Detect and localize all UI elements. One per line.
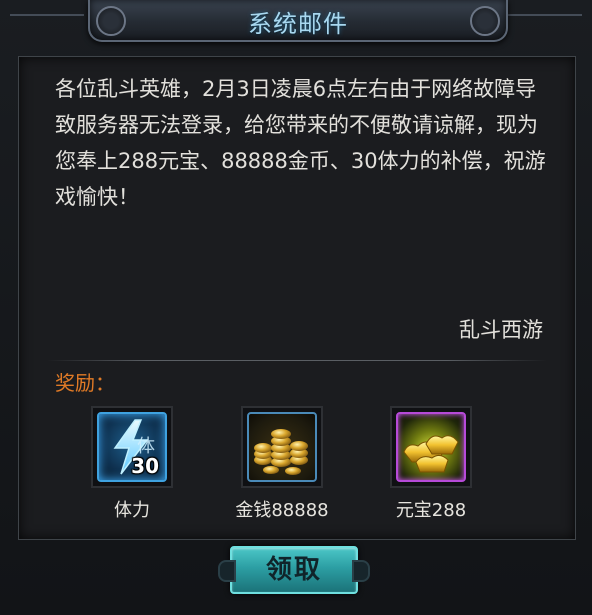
reward-label-money: 金钱88888 — [235, 500, 329, 521]
mail-signature: 乱斗西游 — [459, 318, 543, 342]
mail-body: 各位乱斗英雄，2月3日凌晨6点左右由于网络故障导致服务器无法登录，给您带来的不便… — [55, 77, 546, 209]
title-ornament-left — [10, 0, 84, 16]
gold-ingot-icon — [396, 412, 466, 482]
title-ornament-right — [508, 0, 582, 16]
reward-label-stamina: 体力 — [114, 500, 150, 521]
mail-panel: 各位乱斗英雄，2月3日凌晨6点左右由于网络故障导致服务器无法登录，给您带来的不便… — [18, 56, 576, 540]
reward-item-stamina[interactable]: 体 30 体力 — [77, 406, 187, 522]
reward-item-money[interactable]: 金钱88888 — [227, 406, 337, 522]
rewards-label: 奖励： — [55, 371, 115, 395]
reward-item-ingot[interactable]: 元宝288 — [376, 406, 486, 522]
reward-slot[interactable]: 体 30 — [91, 406, 173, 488]
stamina-lightning-icon: 体 30 — [97, 412, 167, 482]
divider — [47, 360, 547, 361]
reward-slot[interactable] — [390, 406, 472, 488]
reward-label-ingot: 元宝288 — [395, 500, 467, 521]
gold-coins-icon — [247, 412, 317, 482]
reward-slot[interactable] — [241, 406, 323, 488]
reward-quantity: 30 — [131, 454, 159, 478]
mail-dialog: 系统邮件 各位乱斗英雄，2月3日凌晨6点左右由于网络故障导致服务器无法登录，给您… — [0, 0, 592, 615]
dialog-title: 系统邮件 — [248, 10, 348, 38]
title-bar: 系统邮件 — [88, 0, 508, 42]
claim-button[interactable]: 领取 — [218, 546, 370, 594]
